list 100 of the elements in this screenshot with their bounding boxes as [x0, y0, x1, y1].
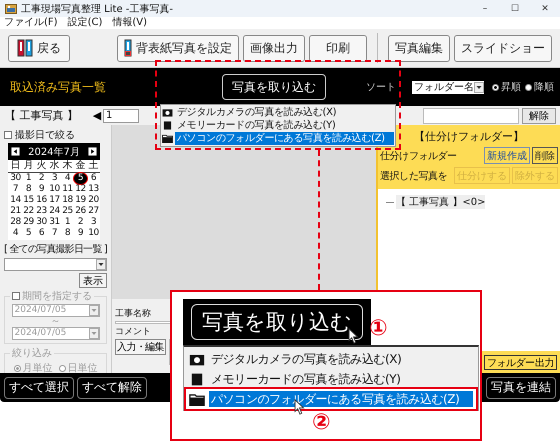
dates-list-label: [ 全ての写真撮影日一覧 ] [4, 242, 107, 256]
window-control[interactable]: ✕ [530, 4, 560, 14]
import-photos-button[interactable]: 写真を取り込む [222, 74, 326, 100]
calendar-day[interactable]: 1 [22, 173, 35, 184]
toolbar-button[interactable]: 印刷 [309, 34, 367, 62]
sort-select[interactable]: フォルダー名 [412, 80, 484, 94]
calendar-day[interactable]: 14 [9, 195, 22, 206]
app-icon [5, 2, 17, 14]
camera-icon [162, 108, 173, 117]
calendar-day[interactable]: 8 [61, 228, 74, 239]
calendar-day[interactable]: 3 [48, 173, 61, 184]
toolbar-button[interactable]: 画像出力 [243, 34, 305, 62]
calendar-day[interactable]: 24 [48, 206, 61, 217]
calendar-day[interactable]: 27 [87, 206, 100, 217]
binder-icon [124, 39, 132, 57]
calendar-day[interactable]: 15 [22, 195, 35, 206]
clear-button[interactable]: 解除 [522, 108, 556, 124]
checkbox[interactable] [4, 130, 12, 138]
page-field[interactable]: 1 [103, 108, 139, 122]
folder-button[interactable]: 削除 [532, 147, 558, 164]
calendar-day[interactable]: 1 [61, 217, 74, 228]
menu-item[interactable]: メモリーカードの写真を読み込む(Y) [162, 119, 394, 132]
checkbox-label: 撮影日で絞る [15, 128, 75, 142]
calendar-day[interactable]: 9 [74, 228, 87, 239]
calendar-day[interactable]: 26 [74, 206, 87, 217]
calendar-day[interactable]: 20 [87, 195, 100, 206]
section-title: 取込済み写真一覧 [10, 78, 107, 96]
memory-card-icon [189, 372, 205, 386]
menu-item[interactable]: デジタルカメラの写真を読み込む(X) [162, 106, 394, 119]
calendar-month: 2024年7月 [28, 146, 80, 158]
calendar-day[interactable]: 29 [22, 217, 35, 228]
weekday-label: 月 [22, 160, 34, 172]
calendar-day[interactable]: 7 [48, 228, 61, 239]
tree-item[interactable]: 【 工事写真 】<0> [396, 195, 486, 209]
window-control[interactable]: – [470, 4, 500, 14]
join-photos-button[interactable]: 写真を連結 [486, 376, 556, 398]
weekday-label: 日 [10, 160, 22, 172]
row-label: 選択した写真を [380, 170, 448, 182]
back-button[interactable]: 戻る [8, 34, 70, 62]
calendar-day[interactable]: 18 [61, 195, 74, 206]
toolbar-button[interactable]: スライドショー [454, 34, 552, 62]
calendar-day[interactable]: 6 [35, 228, 48, 239]
calendar-day[interactable]: 2 [35, 173, 48, 184]
calendar-day[interactable]: 31 [48, 217, 61, 228]
calendar-day[interactable]: 13 [87, 184, 100, 195]
step-number: ② [312, 411, 331, 435]
import-photos-button[interactable]: 写真を取り込む [191, 304, 363, 340]
calendar-day[interactable]: 4 [9, 228, 22, 239]
window-title: 工事現場写真整理 Lite -工事写真- [21, 2, 173, 16]
calendar-day[interactable]: 22 [22, 206, 35, 217]
weekday-label: 土 [88, 160, 100, 172]
calendar-day[interactable]: 5 [22, 228, 35, 239]
edit-button[interactable]: 入力・編集 [115, 339, 166, 355]
calendar-day[interactable]: 28 [9, 217, 22, 228]
menu-item[interactable]: ファイル(F) [4, 17, 58, 29]
calendar-day[interactable]: 16 [35, 195, 48, 206]
calendar-day[interactable]: 11 [61, 184, 74, 195]
search-field[interactable] [423, 108, 519, 124]
camera-icon [189, 352, 205, 366]
bottom-button[interactable]: すべて解除 [77, 376, 147, 398]
calendar-day[interactable]: 10 [87, 228, 100, 239]
calendar-day[interactable]: 19 [74, 195, 87, 206]
next-month-icon[interactable] [88, 147, 97, 156]
menu-item[interactable]: 情報(V) [112, 17, 148, 29]
order-radio[interactable]: 降順 [525, 80, 554, 94]
calendar-day[interactable]: 6 [87, 173, 100, 184]
calendar-day[interactable]: 3 [87, 217, 100, 228]
dates-select[interactable] [4, 258, 107, 271]
bottom-button[interactable]: すべて選択 [4, 376, 74, 398]
calendar-day[interactable]: 25 [61, 206, 74, 217]
weekday-label: 水 [48, 160, 60, 172]
calendar-day[interactable]: 17 [48, 195, 61, 206]
calendar-day[interactable]: 23 [35, 206, 48, 217]
calendar-day[interactable]: 8 [22, 184, 35, 195]
show-button[interactable]: 表示 [79, 273, 107, 288]
order-radio[interactable]: 昇順 [492, 80, 521, 94]
calendar-day[interactable]: 30 [35, 217, 48, 228]
calendar-day[interactable]: 4 [61, 173, 74, 184]
range-separator: ～ [50, 317, 60, 327]
calendar-day[interactable]: 7 [9, 184, 22, 195]
row-label: 仕分けフォルダー [380, 150, 458, 162]
calendar-day[interactable]: 10 [48, 184, 61, 195]
window-control[interactable]: ☐ [500, 4, 530, 14]
menu-item[interactable]: 設定(C) [68, 17, 102, 29]
toolbar-button[interactable]: 写真編集 [388, 34, 450, 62]
menu-item[interactable]: メモリーカードの写真を読み込む(Y) [186, 369, 476, 389]
calendar-day[interactable]: 30 [9, 173, 22, 184]
calendar-day[interactable]: 2 [74, 217, 87, 228]
folder-export-button[interactable]: フォルダー出力 [484, 354, 557, 370]
calendar-day[interactable]: 12 [74, 184, 87, 195]
previous-month-icon[interactable] [11, 147, 20, 156]
spine-photo-button[interactable]: 背表紙写真を設定 [117, 34, 239, 62]
sort-label: ソート [366, 81, 396, 94]
calendar-day[interactable]: 21 [9, 206, 22, 217]
calendar-day[interactable]: 5 [74, 173, 87, 184]
folder-icon [162, 134, 173, 143]
previous-page-button[interactable]: ◀ [91, 109, 103, 122]
menu-item[interactable]: デジタルカメラの写真を読み込む(X) [186, 349, 476, 369]
folder-button[interactable]: 新規作成 [484, 147, 530, 164]
calendar-day[interactable]: 9 [35, 184, 48, 195]
